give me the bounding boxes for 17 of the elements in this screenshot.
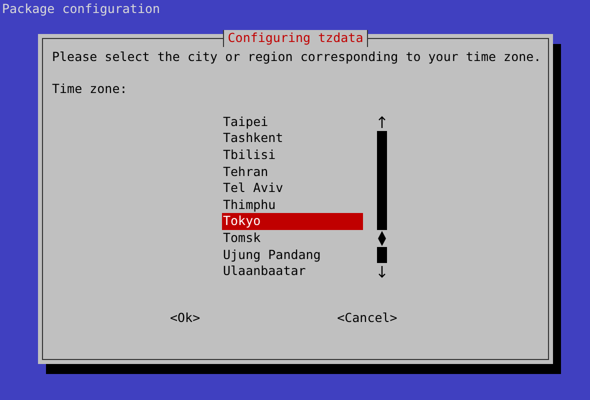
time-zone-option[interactable]: Tashkent <box>222 130 363 147</box>
time-zone-option[interactable]: Taipei <box>222 114 363 130</box>
screen-title: Package configuration <box>1 0 160 18</box>
scrollbar[interactable] <box>377 114 387 280</box>
time-zone-option[interactable]: Tomsk <box>222 230 363 247</box>
dialog-title: Configuring tzdata <box>222 30 368 47</box>
time-zone-option[interactable]: Tel Aviv <box>222 180 363 197</box>
time-zone-option[interactable]: Ulaanbaatar <box>222 263 363 280</box>
time-zone-option[interactable]: Ujung Pandang <box>222 246 363 264</box>
prompt-text: Please select the city or region corresponding to your time zone. <box>52 48 542 66</box>
cancel-button[interactable]: <Cancel> <box>337 310 398 326</box>
ok-button[interactable]: <Ok> <box>170 310 200 326</box>
list-label: Time zone: <box>52 81 128 98</box>
time-zone-option[interactable]: Tbilisi <box>222 146 363 164</box>
time-zone-option[interactable]: Tehran <box>222 164 363 180</box>
time-zone-option[interactable]: Tokyo <box>222 213 363 230</box>
time-zone-option[interactable]: Thimphu <box>222 196 363 214</box>
